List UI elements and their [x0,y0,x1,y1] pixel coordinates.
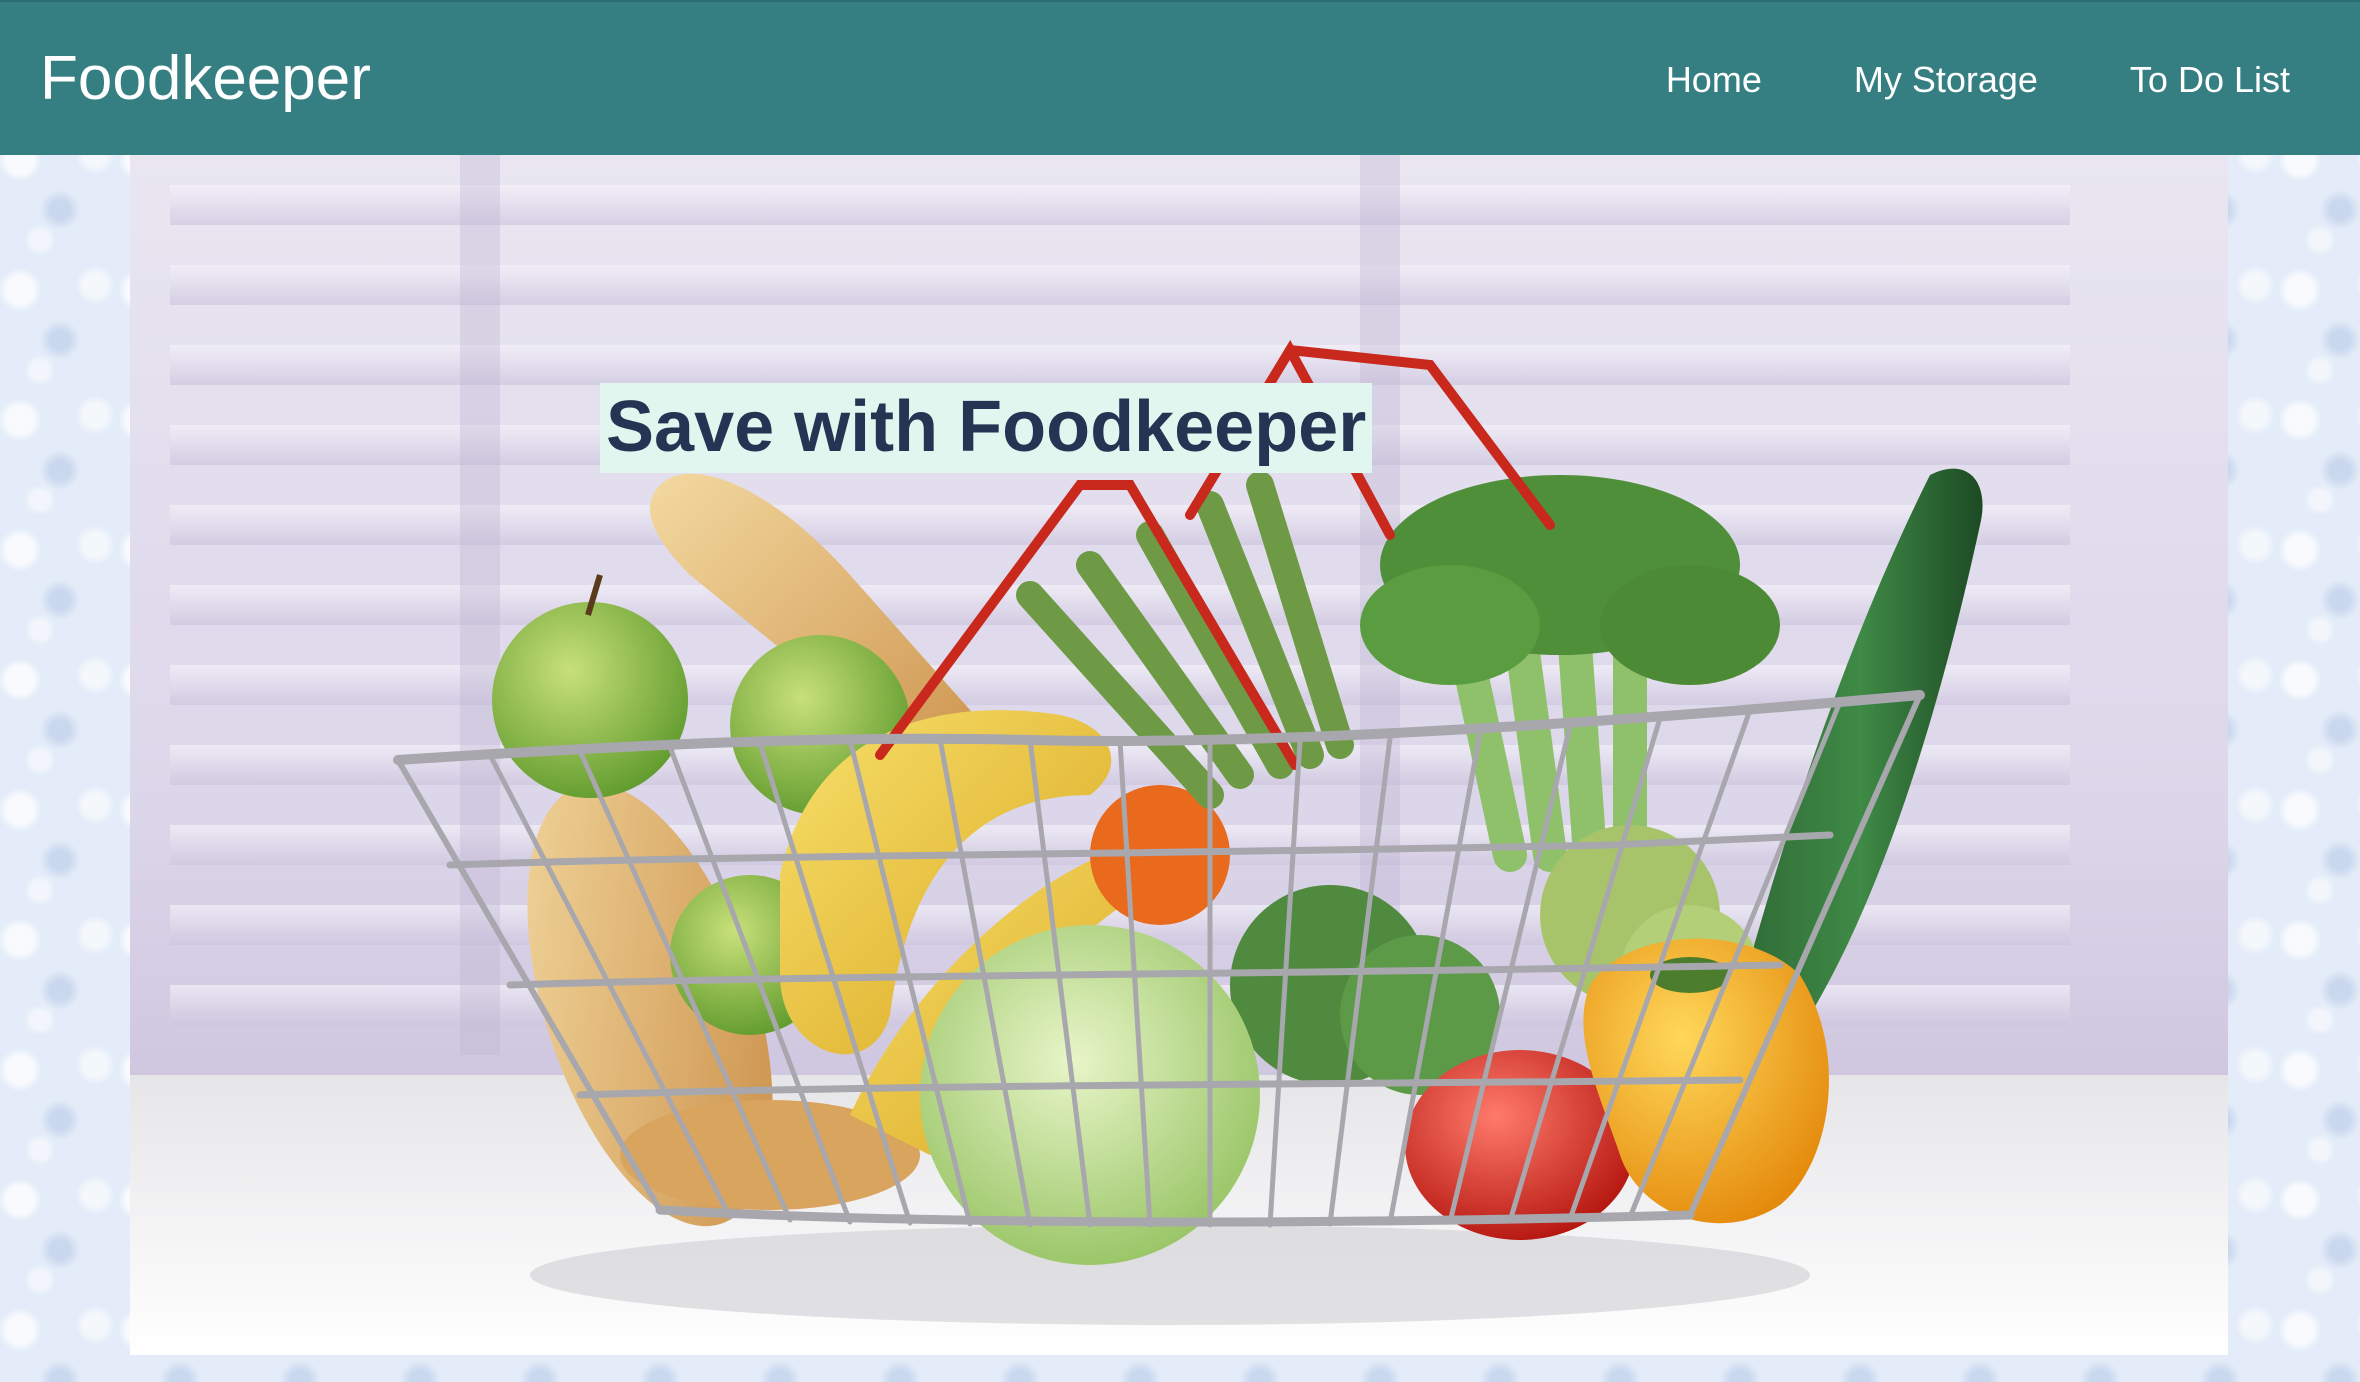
top-navbar: Foodkeeper Home My Storage To Do List [0,0,2360,155]
nav-my-storage-link[interactable]: My Storage [1854,58,2038,102]
nav-links: Home My Storage To Do List [1666,58,2290,102]
nav-home-link[interactable]: Home [1666,58,1762,102]
hero-title: Save with Foodkeeper [600,383,1373,473]
grocery-basket-image [130,155,2228,1355]
hero-banner: Save with Foodkeeper [130,155,2228,1355]
nav-to-do-list-link[interactable]: To Do List [2130,58,2290,102]
brand-logo-link[interactable]: Foodkeeper [40,44,371,114]
